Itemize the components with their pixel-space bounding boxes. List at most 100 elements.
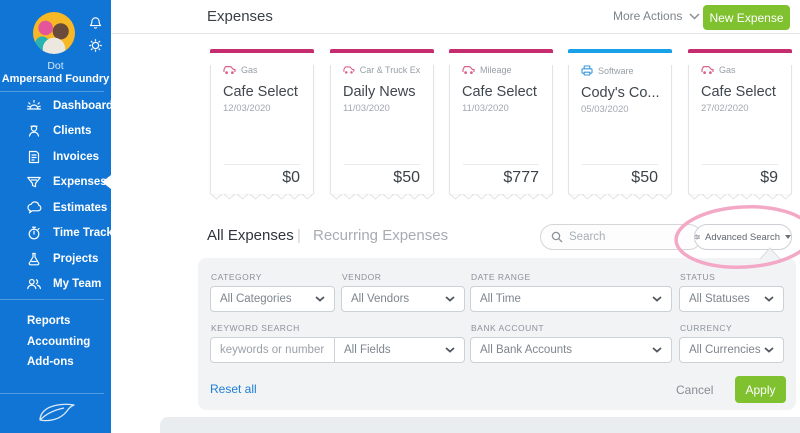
card-body: Car & Truck Ex... Daily News 11/03/2020 … [330,65,434,194]
chevron-down-icon [652,347,662,353]
sidebar-item-my-team[interactable]: My Team [0,272,111,298]
sidebar-item-label: Dashboard [53,100,113,112]
sidebar-item-reports[interactable]: Reports [0,311,111,332]
card-amount: $0 [282,169,300,187]
search-icon [551,231,563,243]
receipt-zigzag-edge [330,193,434,201]
category-select[interactable]: All Categories [210,286,335,312]
apply-button[interactable]: Apply [735,376,786,403]
user-company-name: Ampersand Foundry [0,73,111,85]
card-vendor: Cafe Select [462,84,540,100]
chevron-down-icon [689,13,700,20]
sidebar-divider [0,393,104,394]
sidebar-item-expenses[interactable]: Expenses [0,170,111,196]
card-vendor: Cafe Select [223,84,301,100]
sidebar-nav: Dashboard Clients Invoices Expenses [0,93,111,297]
card-date: 12/03/2020 [223,103,301,114]
card-date: 05/03/2020 [581,104,659,115]
user-avatar[interactable] [33,12,75,54]
sidebar-links: Reports Accounting Add-ons [0,311,111,373]
sidebar-divider [0,91,104,92]
currency-select[interactable]: All Currencies [679,337,784,363]
sidebar-item-time-tracking[interactable]: Time Tracking [0,221,111,247]
sidebar-item-label: Expenses [53,176,107,188]
projects-icon [26,251,42,267]
new-expense-button[interactable]: New Expense [703,5,790,30]
status-select[interactable]: All Statuses [679,286,784,312]
card-amount: $50 [393,169,420,187]
card-vendor: Cafe Select [701,84,779,100]
time-tracking-icon [26,225,42,241]
cancel-button[interactable]: Cancel [676,383,713,397]
settings-gear-icon[interactable] [88,38,106,54]
reset-all-link[interactable]: Reset all [210,382,257,396]
page-title: Expenses [207,8,273,25]
car-icon [343,65,355,75]
top-header: Expenses More Actions New Expense [111,0,800,34]
card-divider [224,164,300,165]
sidebar-item-label: Estimates [53,202,107,214]
expense-card[interactable]: Mileage Cafe Select 11/03/2020 $777 [449,49,553,201]
sidebar-item-label: My Team [53,278,101,290]
bank-account-label: BANK ACCOUNT [471,323,544,333]
card-body: Gas Cafe Select 12/03/2020 $0 [210,65,314,194]
vendor-select[interactable]: All Vendors [341,286,465,312]
page-background-strip [160,417,800,433]
card-date: 11/03/2020 [343,103,421,114]
tab-all-expenses[interactable]: All Expenses [207,227,294,244]
sidebar-item-invoices[interactable]: Invoices [0,144,111,170]
expense-card[interactable]: Gas Cafe Select 27/02/2020 $9 [688,49,792,201]
card-accent-bar [449,49,553,53]
printer-icon [581,65,593,76]
chevron-down-icon [315,296,325,302]
chevron-down-icon [764,296,774,302]
fields-select[interactable]: All Fields [335,337,465,363]
category-label: CATEGORY [211,272,262,282]
notifications-bell-icon[interactable] [88,16,106,32]
currency-label: CURRENCY [680,323,732,333]
sidebar-item-label: Time Tracking [53,227,130,239]
card-category: Mileage [480,65,512,75]
dropdown-caret-icon [785,235,791,239]
search-input[interactable] [569,231,679,243]
card-vendor: Daily News [343,84,421,100]
brand-leaf-logo [0,402,111,429]
chevron-down-icon [445,296,455,302]
chevron-down-icon [652,296,662,302]
more-actions-button[interactable]: More Actions [613,9,700,23]
sidebar-item-dashboard[interactable]: Dashboard [0,93,111,119]
expense-card[interactable]: Gas Cafe Select 12/03/2020 $0 [210,49,314,201]
expense-card[interactable]: Software Cody's Co... 05/03/2020 $50 [568,49,672,201]
card-accent-bar [688,49,792,53]
sidebar-item-projects[interactable]: Projects [0,246,111,272]
sidebar-item-estimates[interactable]: Estimates [0,195,111,221]
clients-icon [26,123,42,139]
receipt-zigzag-edge [449,193,553,201]
car-icon [701,65,714,75]
sliders-icon [695,232,700,242]
sidebar-item-accounting[interactable]: Accounting [0,332,111,353]
sidebar-item-clients[interactable]: Clients [0,119,111,145]
card-divider [463,164,539,165]
keyword-search-label: KEYWORD SEARCH [211,323,300,333]
dashboard-icon [26,98,42,114]
expense-card[interactable]: Car & Truck Ex... Daily News 11/03/2020 … [330,49,434,201]
receipt-zigzag-edge [568,193,672,201]
vendor-label: VENDOR [342,272,381,282]
card-category: Software [598,66,634,76]
user-first-name: Dot [0,60,111,72]
expenses-icon [26,174,42,190]
tab-separator: | [297,227,301,244]
keyword-search-input[interactable] [210,337,335,363]
bank-account-select[interactable]: All Bank Accounts [470,337,672,363]
chevron-down-icon [445,347,455,353]
tab-recurring-expenses[interactable]: Recurring Expenses [313,227,448,244]
estimates-icon [26,200,42,216]
receipt-zigzag-edge [210,193,314,201]
active-nav-caret [102,175,111,189]
card-body: Software Cody's Co... 05/03/2020 $50 [568,65,672,194]
card-amount: $777 [503,169,539,187]
sidebar-item-add-ons[interactable]: Add-ons [0,352,111,373]
date-range-select[interactable]: All Time [470,286,672,312]
card-category: Gas [241,65,258,75]
